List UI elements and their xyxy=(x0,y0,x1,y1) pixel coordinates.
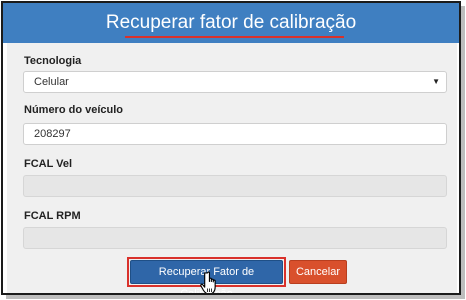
title-highlight-underline xyxy=(125,36,344,38)
fcal-rpm-label: FCAL RPM xyxy=(24,210,81,222)
tecnologia-label: Tecnologia xyxy=(24,55,82,67)
caret-down-icon: ▼ xyxy=(432,77,440,86)
hand-pointer-icon xyxy=(200,271,216,293)
numero-veiculo-input[interactable]: 208297 xyxy=(23,123,447,145)
fcal-rpm-input xyxy=(23,227,447,249)
dialog-title: Recuperar fator de calibração xyxy=(105,12,357,33)
calibration-dialog: Recuperar fator de calibração Tecnologia… xyxy=(1,1,461,295)
window-shadow-bottom xyxy=(6,295,465,299)
window-shadow-right xyxy=(461,6,465,298)
fcal-vel-input xyxy=(23,175,447,197)
numero-veiculo-label: Número do veículo xyxy=(24,104,124,116)
tecnologia-select[interactable]: Celular ▼ xyxy=(23,71,447,93)
tecnologia-selected-value: Celular xyxy=(34,76,69,88)
dialog-header: Recuperar fator de calibração xyxy=(3,3,459,43)
form-panel: Tecnologia Celular ▼ Número do veículo 2… xyxy=(7,43,457,293)
cancelar-button[interactable]: Cancelar xyxy=(289,260,347,284)
fcal-vel-label: FCAL Vel xyxy=(24,158,73,170)
